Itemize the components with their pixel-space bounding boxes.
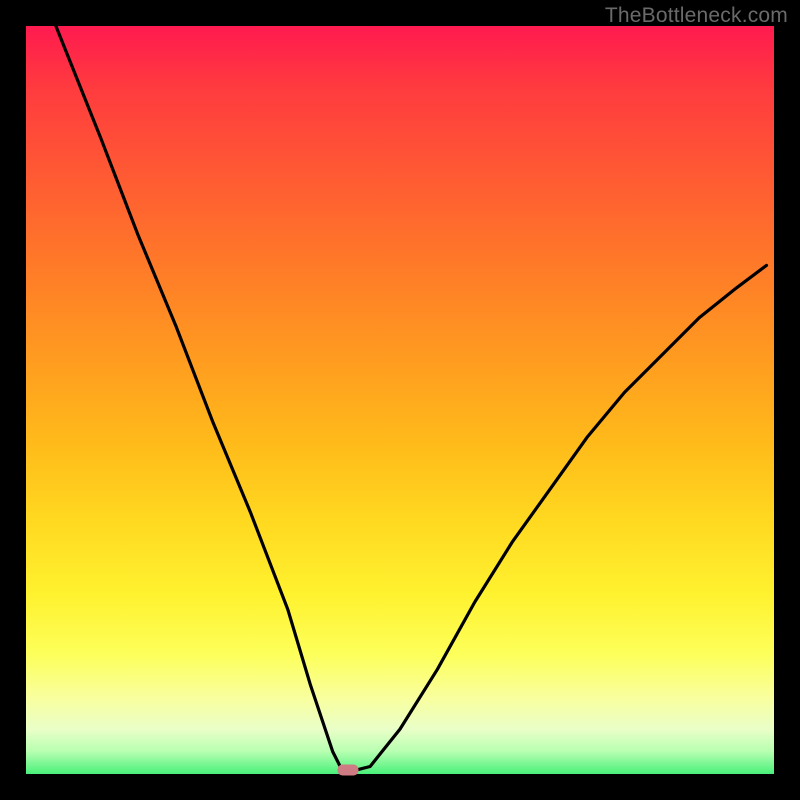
plot-area	[26, 26, 774, 774]
bottleneck-curve	[26, 26, 774, 774]
optimal-marker	[337, 765, 358, 776]
watermark-text: TheBottleneck.com	[605, 4, 788, 28]
chart-root: TheBottleneck.com	[0, 0, 800, 800]
